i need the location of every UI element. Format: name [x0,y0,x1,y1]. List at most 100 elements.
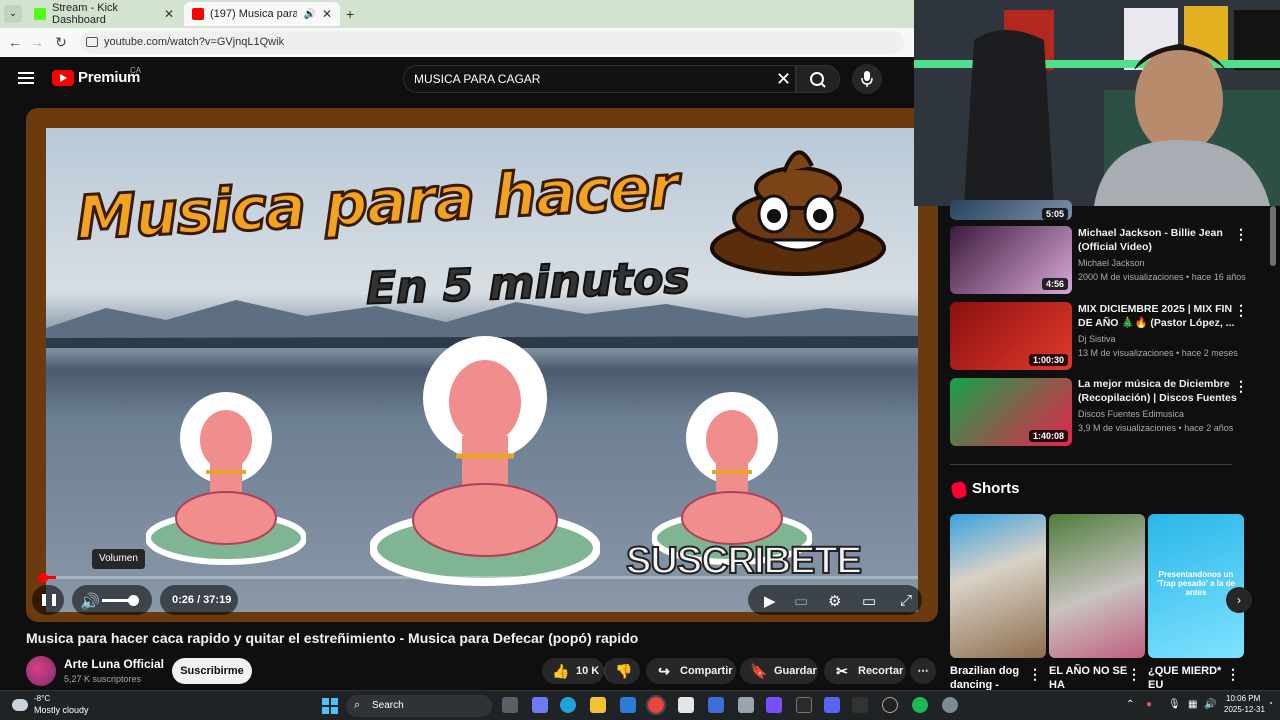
close-tab-icon[interactable]: ✕ [164,7,174,21]
rec-channel[interactable]: Dj Sistiva [1078,334,1116,344]
reload-icon[interactable]: ↻ [52,34,70,51]
dislike-button[interactable]: 👎 [604,658,640,684]
more-options-icon[interactable]: ⋮ [1234,378,1248,395]
url-field[interactable]: youtube.com/watch?v=GVjnqL1Qwik [80,31,904,54]
more-options-icon[interactable]: ⋮ [1234,226,1248,243]
tab-kick-dashboard[interactable]: Stream - Kick Dashboard ✕ [26,2,182,26]
tab-youtube[interactable]: (197) Musica para hacer ca 🔊 ✕ [184,2,340,26]
task-view-icon[interactable] [502,697,518,713]
site-info-icon[interactable] [86,37,98,47]
volume-icon[interactable]: 🔊 [1204,699,1216,710]
weather-cloud-icon[interactable] [12,699,28,711]
short-card[interactable]: Presentandonos un 'Trap pesado' a la de … [1148,514,1244,658]
voice-search-button[interactable] [852,64,882,94]
app-icon[interactable] [796,697,812,713]
short-title[interactable]: ¿QUE MIERD* EU [1148,664,1228,692]
settings-gear-icon[interactable]: ⚙ [828,592,841,610]
taskbar-search[interactable]: ⌕ Search [346,695,492,717]
share-button[interactable]: ↪ Compartir [646,658,736,684]
fullscreen-icon[interactable]: ⤢ [900,592,912,609]
vpn-icon[interactable] [708,697,724,713]
subtitles-icon[interactable]: ▭ [794,592,808,610]
tab-search-icon[interactable]: ⌄ [4,5,22,23]
short-card[interactable] [950,514,1046,658]
rec-channel[interactable]: Michael Jackson [1078,258,1145,268]
webcam-image [914,0,1280,206]
weather-description[interactable]: Mostly cloudy [34,705,89,715]
windows-start-icon[interactable] [322,698,338,714]
rec-title[interactable]: La mejor música de Diciembre (Recopilaci… [1078,377,1238,405]
volume-slider-knob[interactable] [128,595,139,606]
back-icon[interactable]: ← [6,34,24,50]
clip-button[interactable]: ✂ Recortar [824,658,906,684]
more-options-icon[interactable]: ⋮ [1028,666,1042,683]
autoplay-toggle-icon[interactable]: ▶ [764,592,776,610]
channel-avatar[interactable] [26,656,56,686]
app-icon[interactable] [766,697,782,713]
clear-search-icon[interactable]: ✕ [776,69,791,90]
search-input[interactable]: MUSICA PARA CAGAR ✕ [403,65,796,93]
tools-icon[interactable] [738,697,754,713]
close-tab-icon[interactable]: ✕ [322,7,332,21]
new-tab-button[interactable]: + [346,6,354,22]
microphone-icon [861,71,873,87]
discord-icon[interactable] [824,697,840,713]
weather-temperature[interactable]: -8°C [34,694,50,703]
more-actions-icon[interactable]: ⋯ [910,658,936,684]
tray-app-icon[interactable]: ● [1146,699,1152,710]
file-explorer-icon[interactable] [590,697,606,713]
short-title[interactable]: EL AÑO NO SE HA [1049,664,1129,692]
like-button[interactable]: 👍 10 K [542,658,604,684]
store-icon[interactable] [678,697,694,713]
rec-thumbnail[interactable]: 1:40:08 [950,378,1072,446]
video-player[interactable]: Musica para hacer En 5 minutos SUSCRIBET… [26,108,938,622]
rec-title[interactable]: Michael Jackson - Billie Jean (Official … [1078,226,1238,254]
rec-thumbnail[interactable]: 5:05 [950,200,1072,220]
audio-playing-icon[interactable]: 🔊 [303,9,315,20]
thumbs-up-icon: 👍 [552,663,570,679]
settings-gear-icon[interactable] [942,697,958,713]
youtube-logo-icon[interactable] [52,70,74,86]
more-options-icon[interactable]: ⋮ [1226,666,1240,683]
obs-icon[interactable] [882,697,898,713]
progress-scrubber[interactable] [38,573,48,583]
hamburger-menu-icon[interactable] [18,72,34,84]
rec-title[interactable]: MIX DICIEMBRE 2025 | MIX FIN DE AÑO 🎄🔥 (… [1078,302,1238,330]
rec-thumbnail[interactable]: 1:00:30 [950,302,1072,370]
clock-time[interactable]: 10:06 PM [1226,694,1260,703]
forward-icon[interactable]: → [28,34,46,50]
app-icon[interactable] [852,697,868,713]
short-title[interactable]: Brazilian dog dancing - [950,664,1030,692]
microphone-icon[interactable]: 🎙 [1168,699,1181,710]
clip-label: Recortar [858,665,904,677]
windows-taskbar: -8°C Mostly cloudy ⌕ Search ⌃ ● 🎙 ▦ 🔊 10… [0,690,1280,720]
rec-thumbnail[interactable]: 4:56 [950,226,1072,294]
shorts-heading: Shorts [972,480,1020,497]
network-icon[interactable]: ▦ [1188,699,1197,710]
sidebar-scrollbar[interactable] [1270,206,1276,266]
clock-date[interactable]: 2025-12-31 [1224,705,1265,714]
more-options-icon[interactable]: ⋮ [1127,666,1141,683]
save-button[interactable]: 🔖 Guardar [740,658,818,684]
chrome-icon[interactable] [646,695,666,715]
more-options-icon[interactable]: ⋮ [1234,302,1248,319]
search-button[interactable] [796,65,840,93]
spotify-icon[interactable] [912,697,928,713]
channel-name[interactable]: Arte Luna Official [64,657,164,671]
copilot-icon[interactable] [532,697,548,713]
short-card[interactable] [1049,514,1145,658]
video-art-title: Musica para hacer [73,151,681,255]
pause-icon[interactable] [42,594,56,606]
progress-bar[interactable] [46,576,918,579]
mail-icon[interactable] [620,697,636,713]
subscribe-button[interactable]: Suscribirme [172,658,252,684]
notifications-icon[interactable]: ◔ [1268,699,1273,708]
shorts-next-button[interactable]: › [1226,587,1252,613]
poop-emoji-icon [710,150,886,276]
volume-icon[interactable]: 🔊 [80,592,100,612]
theater-mode-icon[interactable]: ▭ [862,592,876,610]
rec-channel[interactable]: Discos Fuentes Edimusica [1078,409,1184,419]
search-query: MUSICA PARA CAGAR [414,72,541,86]
tray-chevron-icon[interactable]: ⌃ [1126,699,1134,710]
edge-icon[interactable] [560,697,576,713]
